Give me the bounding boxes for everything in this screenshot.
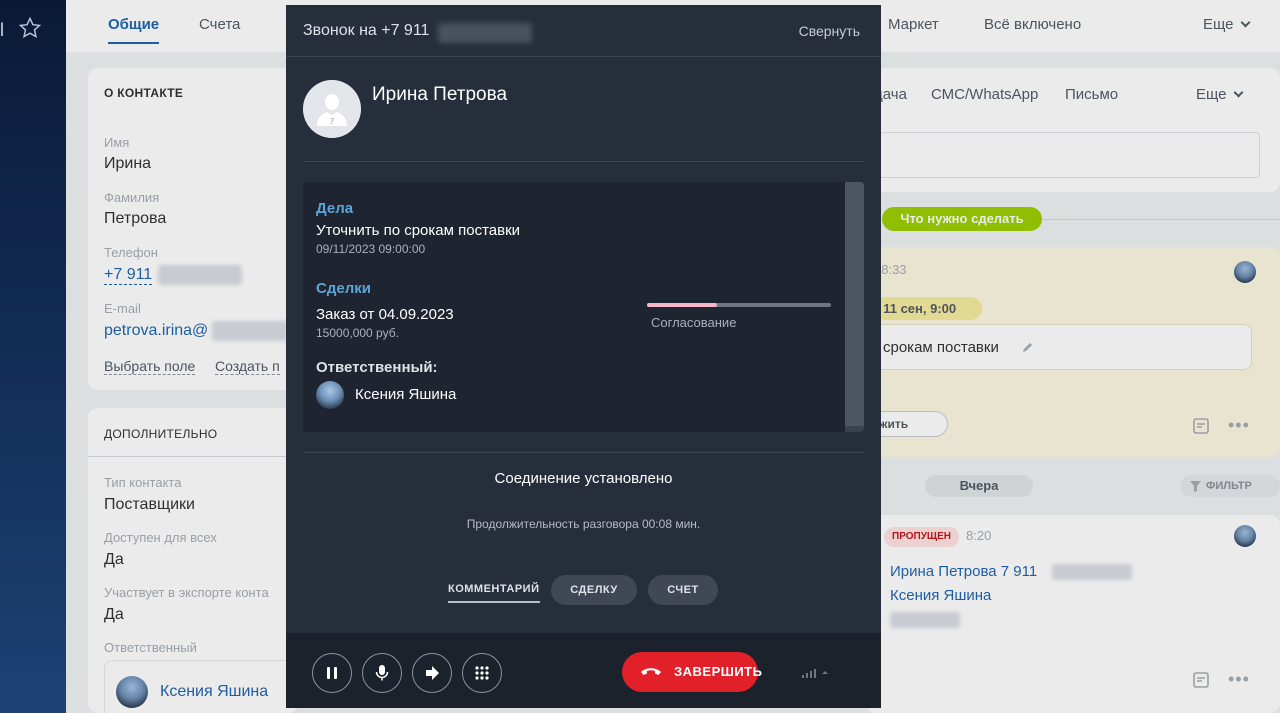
deal-stage-progress — [647, 303, 831, 307]
hangup-phone-icon — [641, 668, 661, 675]
end-call-button[interactable]: ЗАВЕРШИТЬ — [622, 652, 762, 692]
collapse-button[interactable]: Свернуть — [799, 23, 860, 39]
responsible-name[interactable]: Ксения Яшина — [355, 386, 456, 403]
create-invoice-button[interactable]: СЧЕТ — [648, 575, 718, 605]
tab-comment[interactable]: КОММЕНТАРИЙ — [448, 583, 540, 603]
connection-status: Соединение установлено — [494, 470, 673, 487]
star-icon[interactable] — [18, 16, 42, 40]
tasks-header: Дела — [316, 200, 354, 217]
scrollbar-thumb[interactable] — [845, 182, 864, 426]
call-number-redacted — [438, 23, 532, 43]
deal-title[interactable]: Заказ от 04.09.2023 — [316, 306, 454, 323]
contact-avatar: ? — [303, 80, 361, 138]
call-header: Звонок на +7 911 Свернуть — [286, 5, 881, 57]
deal-amount: 15000,000 руб. — [316, 326, 399, 340]
call-info-panel: Дела Уточнить по срокам поставки 09/11/2… — [303, 182, 864, 432]
end-call-label: ЗАВЕРШИТЬ — [674, 664, 763, 679]
call-title: Звонок на +7 911 — [303, 22, 430, 39]
call-duration: Продолжительность разговора 00:08 мин. — [466, 517, 701, 531]
deal-stage-progress-fill — [647, 303, 717, 307]
task-date: 09/11/2023 09:00:00 — [316, 242, 426, 256]
contact-name[interactable]: Ирина Петрова — [372, 84, 507, 106]
deal-stage-label: Согласование — [651, 315, 737, 330]
divider — [303, 161, 864, 162]
deals-header: Сделки — [316, 280, 371, 297]
avatar — [316, 381, 344, 409]
scrollbar-track[interactable] — [845, 182, 864, 432]
mute-button[interactable] — [362, 653, 402, 693]
left-sidebar-strip: l — [0, 0, 66, 713]
pause-icon — [327, 667, 337, 679]
left-strip-label: l — [0, 20, 4, 40]
hold-button[interactable] — [312, 653, 352, 693]
call-controls: ЗАВЕРШИТЬ — [286, 633, 881, 708]
create-deal-button[interactable]: СДЕЛКУ — [551, 575, 637, 605]
keypad-button[interactable] — [462, 653, 502, 693]
keypad-icon — [475, 666, 489, 680]
transfer-arrow-icon — [426, 666, 439, 680]
signal-icon[interactable] — [802, 666, 832, 678]
transfer-button[interactable] — [412, 653, 452, 693]
microphone-icon — [375, 665, 389, 681]
task-title[interactable]: Уточнить по срокам поставки — [316, 222, 520, 239]
responsible-header: Ответственный: — [316, 359, 438, 376]
svg-text:?: ? — [330, 117, 334, 126]
divider — [303, 452, 864, 453]
person-placeholder-icon: ? — [303, 80, 361, 138]
call-panel: Звонок на +7 911 Свернуть ? Ирина Петров… — [286, 5, 881, 708]
